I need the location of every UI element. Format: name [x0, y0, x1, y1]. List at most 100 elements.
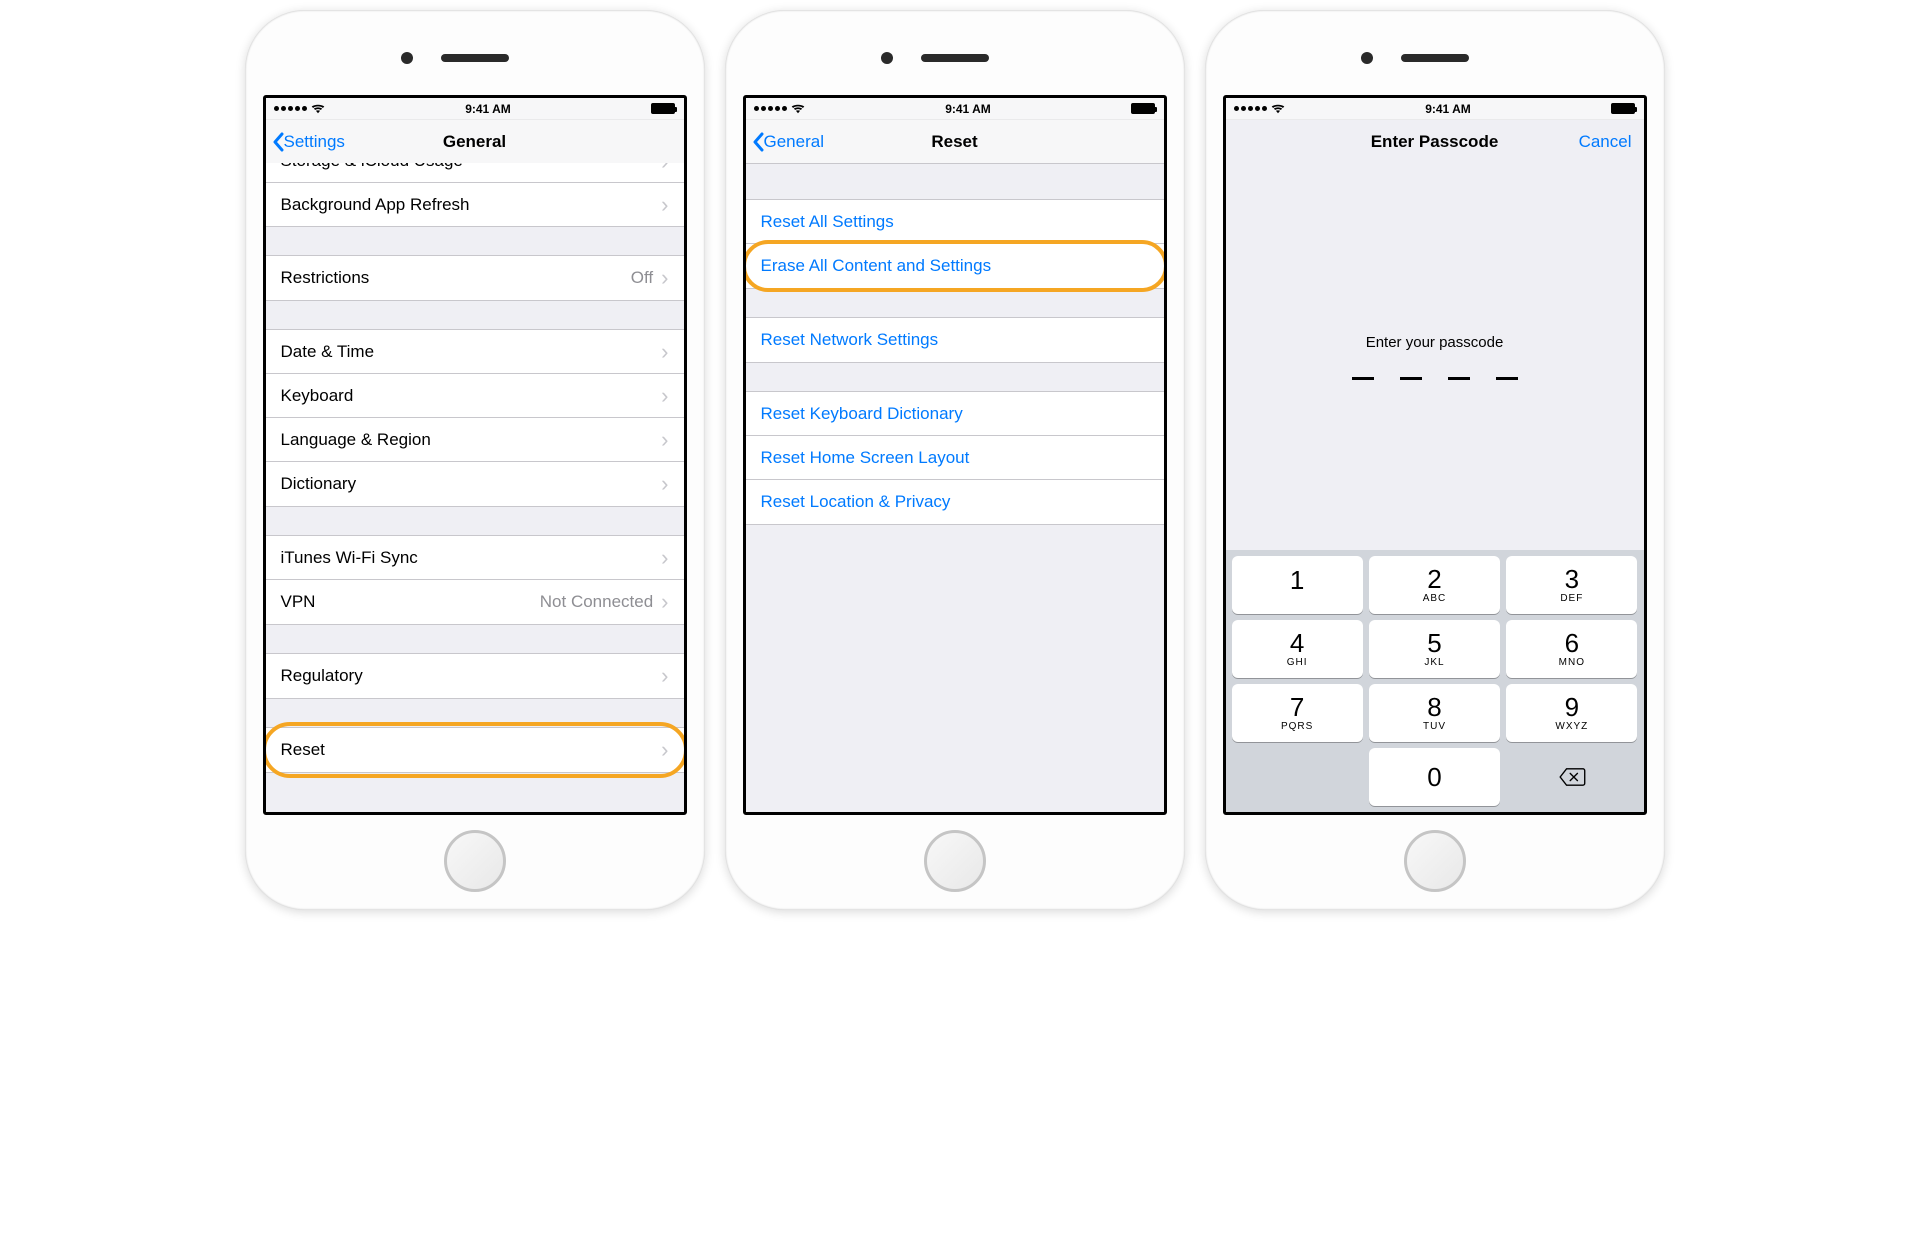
cell-vpn[interactable]: VPN Not Connected ›	[266, 580, 684, 624]
key-number: 5	[1427, 630, 1441, 656]
nav-bar-general: Settings General	[266, 120, 684, 164]
key-letters: WXYZ	[1555, 721, 1588, 732]
nav-bar-passcode: Enter Passcode Cancel	[1226, 120, 1644, 164]
nav-back-label: Settings	[284, 132, 345, 152]
chevron-right-icon: ›	[661, 739, 668, 761]
cell-reset-location-privacy[interactable]: Reset Location & Privacy	[746, 480, 1164, 524]
keypad-3[interactable]: 3 DEF	[1506, 556, 1637, 614]
screen-general: 9:41 AM Settings General Storage & iClou…	[263, 95, 687, 815]
status-time: 9:41 AM	[465, 102, 511, 116]
battery-icon	[1131, 103, 1155, 114]
cell-reset-all-settings[interactable]: Reset All Settings	[746, 200, 1164, 244]
passcode-field	[1352, 377, 1518, 380]
home-button[interactable]	[924, 830, 986, 892]
keypad-1[interactable]: 1	[1232, 556, 1363, 614]
cell-regulatory[interactable]: Regulatory ›	[266, 654, 684, 698]
iphone-device-passcode: 9:41 AM Enter Passcode Cancel Enter your…	[1205, 10, 1665, 910]
cell-label: Reset Location & Privacy	[761, 492, 1149, 512]
nav-back-label: General	[764, 132, 824, 152]
cell-language-region[interactable]: Language & Region ›	[266, 418, 684, 462]
chevron-right-icon: ›	[661, 591, 668, 613]
keypad-8[interactable]: 8 TUV	[1369, 684, 1500, 742]
cell-label: Regulatory	[281, 666, 662, 686]
keypad-0[interactable]: 0	[1369, 748, 1500, 806]
phone-speaker	[1401, 54, 1469, 62]
chevron-right-icon: ›	[661, 267, 668, 289]
keypad-9[interactable]: 9 WXYZ	[1506, 684, 1637, 742]
status-time: 9:41 AM	[945, 102, 991, 116]
cell-restrictions[interactable]: Restrictions Off ›	[266, 256, 684, 300]
nav-back-general[interactable]: General	[746, 132, 824, 152]
phone-speaker	[921, 54, 989, 62]
key-letters: JKL	[1424, 657, 1444, 668]
passcode-entry-area: Enter your passcode	[1226, 164, 1644, 550]
passcode-dash	[1400, 377, 1422, 380]
phone-camera	[1361, 52, 1373, 64]
keypad-2[interactable]: 2 ABC	[1369, 556, 1500, 614]
nav-cancel-button[interactable]: Cancel	[1579, 132, 1632, 152]
keypad-4[interactable]: 4 GHI	[1232, 620, 1363, 678]
cell-label: iTunes Wi-Fi Sync	[281, 548, 662, 568]
chevron-right-icon: ›	[661, 385, 668, 407]
cell-detail-value: Not Connected	[540, 592, 653, 612]
iphone-device-reset: 9:41 AM General Reset Reset All Settings…	[725, 10, 1185, 910]
cell-label: Erase All Content and Settings	[761, 256, 1149, 276]
cell-label: Background App Refresh	[281, 195, 662, 215]
keypad-delete[interactable]	[1506, 748, 1637, 806]
cell-erase-all[interactable]: Erase All Content and Settings	[746, 244, 1164, 288]
passcode-dash	[1352, 377, 1374, 380]
iphone-device-general: 9:41 AM Settings General Storage & iClou…	[245, 10, 705, 910]
cell-reset-keyboard-dictionary[interactable]: Reset Keyboard Dictionary	[746, 392, 1164, 436]
key-letters: DEF	[1560, 593, 1583, 604]
chevron-right-icon: ›	[661, 194, 668, 216]
key-number: 3	[1565, 566, 1579, 592]
cell-reset[interactable]: Reset ›	[266, 728, 684, 772]
wifi-icon	[791, 104, 805, 114]
chevron-right-icon: ›	[661, 547, 668, 569]
status-bar: 9:41 AM	[1226, 98, 1644, 120]
signal-dots-icon	[1234, 106, 1267, 111]
nav-title-reset: Reset	[931, 132, 977, 152]
key-letters: MNO	[1559, 657, 1585, 668]
status-bar: 9:41 AM	[266, 98, 684, 120]
cell-reset-network[interactable]: Reset Network Settings	[746, 318, 1164, 362]
cell-label: Language & Region	[281, 430, 662, 450]
cell-label: VPN	[281, 592, 540, 612]
signal-dots-icon	[754, 106, 787, 111]
chevron-right-icon: ›	[661, 665, 668, 687]
nav-bar-reset: General Reset	[746, 120, 1164, 164]
key-letters: PQRS	[1281, 721, 1313, 732]
cell-storage-icloud-partial[interactable]: Storage & iCloud Usage ›	[266, 163, 684, 183]
cell-label: Restrictions	[281, 268, 631, 288]
wifi-icon	[1271, 104, 1285, 114]
reset-content[interactable]: Reset All Settings Erase All Content and…	[746, 164, 1164, 812]
passcode-dash	[1448, 377, 1470, 380]
key-number: 2	[1427, 566, 1441, 592]
key-letters: TUV	[1423, 721, 1446, 732]
nav-back-settings[interactable]: Settings	[266, 132, 345, 152]
cell-label: Reset All Settings	[761, 212, 1149, 232]
chevron-left-icon	[272, 132, 284, 152]
cell-dictionary[interactable]: Dictionary ›	[266, 462, 684, 506]
wifi-icon	[311, 104, 325, 114]
home-button[interactable]	[1404, 830, 1466, 892]
cell-label: Keyboard	[281, 386, 662, 406]
backspace-icon	[1558, 767, 1586, 787]
cell-reset-home-layout[interactable]: Reset Home Screen Layout	[746, 436, 1164, 480]
nav-title-general: General	[443, 132, 506, 152]
screen-passcode: 9:41 AM Enter Passcode Cancel Enter your…	[1223, 95, 1647, 815]
keypad-6[interactable]: 6 MNO	[1506, 620, 1637, 678]
general-content[interactable]: Storage & iCloud Usage › Background App …	[266, 163, 684, 812]
cell-label: Dictionary	[281, 474, 662, 494]
phone-speaker	[441, 54, 509, 62]
cell-label: Date & Time	[281, 342, 662, 362]
status-time: 9:41 AM	[1425, 102, 1471, 116]
screen-reset: 9:41 AM General Reset Reset All Settings…	[743, 95, 1167, 815]
cell-itunes-wifi-sync[interactable]: iTunes Wi-Fi Sync ›	[266, 536, 684, 580]
keypad-7[interactable]: 7 PQRS	[1232, 684, 1363, 742]
cell-background-app-refresh[interactable]: Background App Refresh ›	[266, 183, 684, 227]
cell-date-time[interactable]: Date & Time ›	[266, 330, 684, 374]
home-button[interactable]	[444, 830, 506, 892]
cell-keyboard[interactable]: Keyboard ›	[266, 374, 684, 418]
keypad-5[interactable]: 5 JKL	[1369, 620, 1500, 678]
